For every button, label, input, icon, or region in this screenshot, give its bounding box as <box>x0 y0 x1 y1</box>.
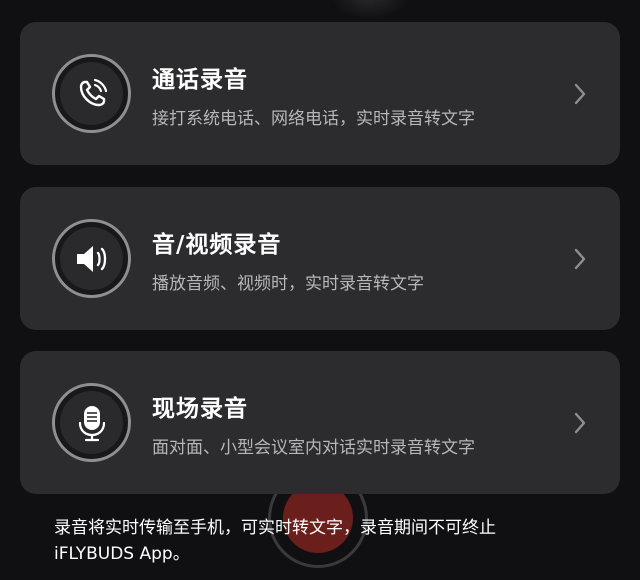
card-description: 面对面、小型会议室内对话实时录音转文字 <box>152 438 475 458</box>
media-recording-icon-badge <box>52 219 131 298</box>
card-description: 接打系统电话、网络电话，实时录音转文字 <box>152 109 475 129</box>
background-glow <box>330 0 410 20</box>
call-recording-card[interactable]: 通话录音 接打系统电话、网络电话，实时录音转文字 <box>20 22 620 165</box>
chevron-right-icon <box>568 80 592 108</box>
card-description: 播放音频、视频时，实时录音转文字 <box>152 274 424 294</box>
onsite-recording-icon-badge <box>52 383 131 462</box>
phone-call-icon <box>60 62 123 125</box>
recording-notice-line-1: 录音将实时传输至手机，可实时转文字，录音期间不可终止 <box>54 518 496 538</box>
onsite-recording-card[interactable]: 现场录音 面对面、小型会议室内对话实时录音转文字 <box>20 351 620 494</box>
chevron-right-icon <box>568 245 592 273</box>
chevron-right-icon <box>568 409 592 437</box>
call-recording-icon-badge <box>52 54 131 133</box>
media-recording-card[interactable]: 音/视频录音 播放音频、视频时，实时录音转文字 <box>20 187 620 330</box>
recording-notice: 录音将实时传输至手机，可实时转文字，录音期间不可终止 iFLYBUDS App。 <box>54 515 614 567</box>
microphone-icon <box>60 391 123 454</box>
card-title: 现场录音 <box>152 396 248 422</box>
speaker-icon <box>60 227 123 290</box>
card-title: 通话录音 <box>152 67 248 93</box>
recording-notice-line-2: iFLYBUDS App。 <box>54 544 190 564</box>
card-title: 音/视频录音 <box>152 232 282 258</box>
